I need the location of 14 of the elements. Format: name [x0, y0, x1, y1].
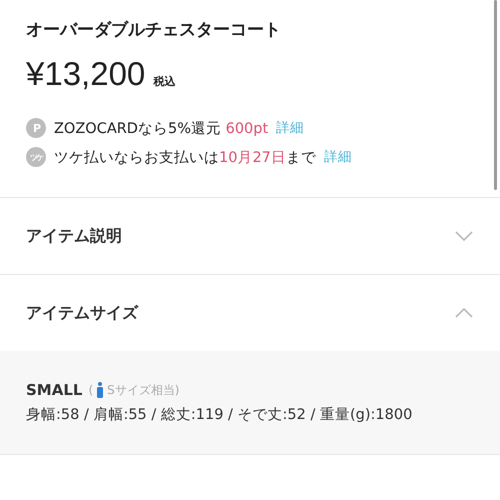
size-name: SMALL	[26, 381, 82, 399]
measurements: 身幅:58 / 肩幅:55 / 総丈:119 / そで丈:52 / 重量(g):1800	[26, 406, 414, 424]
benefit-text: ツケ払いならお支払いは 10月27日 まで	[54, 148, 316, 166]
accordion-header[interactable]: アイテムサイズ	[0, 275, 500, 351]
size-note: Sサイズ相当)	[107, 382, 180, 398]
note-bracket: (	[88, 383, 94, 397]
tax-note: 税込	[153, 74, 176, 89]
benefit-text: ZOZOCARDなら5%還元 600pt	[54, 120, 268, 138]
person-icon	[96, 382, 104, 398]
accordion-header[interactable]: アイテム説明	[0, 198, 500, 274]
badge-icon: P	[26, 118, 46, 138]
badge-icon: ツケ	[26, 147, 46, 167]
product-title: オーバーダブルチェスターコート	[26, 19, 282, 42]
price: ¥13,200	[26, 54, 146, 94]
